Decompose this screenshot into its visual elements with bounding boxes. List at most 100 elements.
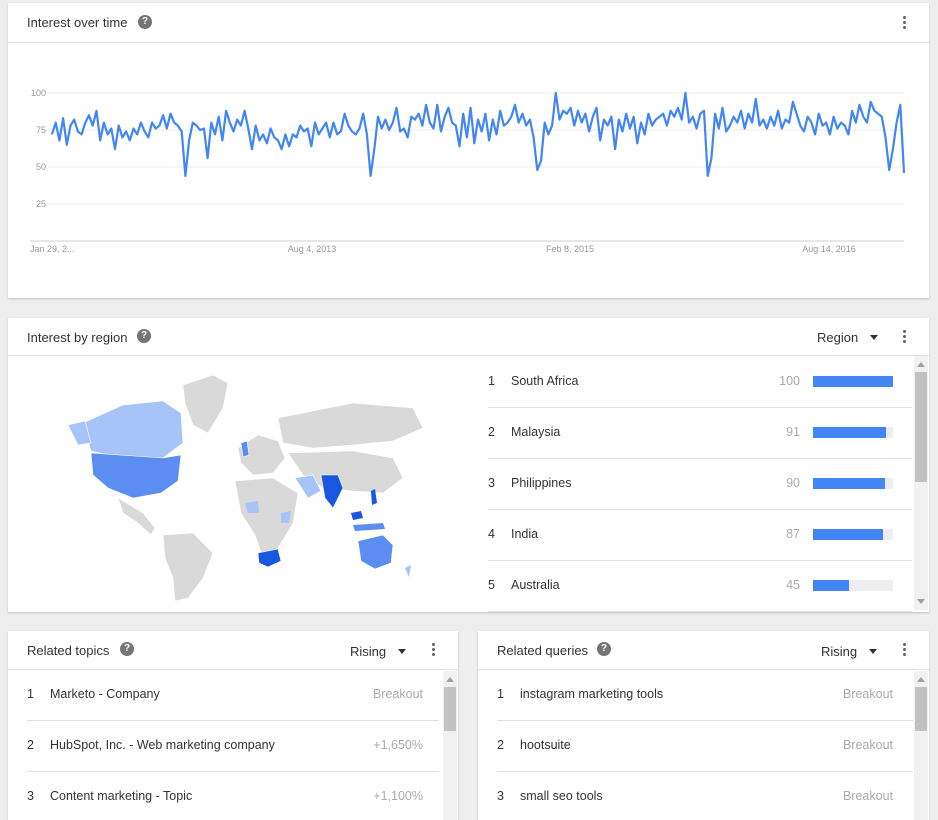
help-icon[interactable]: ? <box>120 642 134 656</box>
y-tick-label: 25 <box>36 199 46 209</box>
query-name: instagram marketing tools <box>520 687 664 701</box>
topic-value: Breakout <box>372 687 423 701</box>
region-list: 1 South Africa 100 2 Malaysia 91 3 Phili… <box>488 356 912 612</box>
y-tick-label: 50 <box>36 162 46 172</box>
rank: 4 <box>488 527 495 541</box>
canada-region <box>82 400 184 459</box>
query-value: Breakout <box>842 789 893 803</box>
topic-row[interactable]: 1 Marketo - Company Breakout <box>27 669 439 721</box>
region-row[interactable]: 2 Malaysia 91 <box>488 407 912 459</box>
query-value: Breakout <box>842 738 893 752</box>
region-name: Malaysia <box>511 425 561 439</box>
card-header: Interest by region ? Region <box>8 318 929 356</box>
rank: 2 <box>488 425 495 439</box>
scroll-up-arrow-icon[interactable] <box>917 677 925 682</box>
region-value: 100 <box>779 374 800 388</box>
central-america-region <box>117 497 156 536</box>
queries-scrollbar[interactable] <box>914 671 928 820</box>
scroll-thumb[interactable] <box>915 687 927 731</box>
card-header: Related queries ? Rising <box>478 631 929 670</box>
topic-row[interactable]: 3 Content marketing - Topic +1,100% <box>27 771 439 820</box>
caret-down-icon <box>869 649 878 655</box>
region-row[interactable]: 3 Philippines 90 <box>488 458 912 510</box>
indonesia-region <box>353 523 385 531</box>
world-map[interactable] <box>63 363 463 603</box>
more-options-icon[interactable] <box>901 643 907 659</box>
topic-name: HubSpot, Inc. - Web marketing company <box>50 738 275 752</box>
region-dropdown[interactable]: Region <box>817 330 879 345</box>
scroll-up-arrow-icon[interactable] <box>446 677 454 682</box>
interest-over-time-chart[interactable]: 25 50 75 100 Jan 29, 2... Aug 4, 2013 Feb 8, 2… <box>8 3 929 298</box>
rank: 1 <box>27 687 34 701</box>
region-bar <box>813 529 893 540</box>
region-bar <box>813 580 893 591</box>
scroll-thumb[interactable] <box>915 372 927 482</box>
region-bar-fill <box>813 376 893 387</box>
region-bar <box>813 427 893 438</box>
rising-dropdown[interactable]: Rising <box>350 644 407 659</box>
more-options-icon[interactable] <box>430 643 436 659</box>
card-title: Related topics <box>27 643 110 658</box>
query-value: Breakout <box>842 687 893 701</box>
rank: 2 <box>497 738 504 752</box>
y-tick-label: 75 <box>36 125 46 135</box>
dropdown-label: Region <box>817 330 859 345</box>
query-name: hootsuite <box>520 738 571 752</box>
dropdown-label: Rising <box>350 644 387 659</box>
x-tick-label: Aug 14, 2016 <box>802 244 856 254</box>
card-header: Related topics ? Rising <box>8 631 458 670</box>
topic-name: Content marketing - Topic <box>50 789 193 803</box>
series-line[interactable] <box>50 91 906 177</box>
region-bar <box>813 478 893 489</box>
y-tick-label: 100 <box>31 88 46 98</box>
query-row[interactable]: 2 hootsuite Breakout <box>497 720 913 772</box>
query-row[interactable]: 3 small seo tools Breakout <box>497 771 913 820</box>
topics-scrollbar[interactable] <box>443 671 457 820</box>
scroll-down-arrow-icon[interactable] <box>917 599 925 604</box>
query-name: small seo tools <box>520 789 603 803</box>
more-options-icon[interactable] <box>901 330 907 346</box>
rank: 5 <box>488 578 495 592</box>
rank: 2 <box>27 738 34 752</box>
x-tick-label: Jan 29, 2... <box>30 244 75 254</box>
rank: 3 <box>27 789 34 803</box>
rising-dropdown[interactable]: Rising <box>821 644 878 659</box>
query-row[interactable]: 1 instagram marketing tools Breakout <box>497 669 913 721</box>
south-america-region <box>162 532 214 602</box>
region-name: South Africa <box>511 374 579 388</box>
region-bar-fill <box>813 580 849 591</box>
region-name: Australia <box>511 578 560 592</box>
related-topics-list: 1 Marketo - Company Breakout 2 HubSpot, … <box>27 669 439 820</box>
usa-region <box>90 452 182 499</box>
topic-row[interactable]: 2 HubSpot, Inc. - Web marketing company … <box>27 720 439 772</box>
region-scrollbar[interactable] <box>914 356 928 610</box>
topic-value: +1,100% <box>373 789 423 803</box>
india-region <box>320 474 344 509</box>
region-row[interactable]: 5 Australia 45 <box>488 560 912 612</box>
dropdown-label: Rising <box>821 644 858 659</box>
region-value: 90 <box>786 476 800 490</box>
new-zealand-region <box>405 565 411 577</box>
rank: 1 <box>488 374 495 388</box>
scroll-thumb[interactable] <box>444 687 456 731</box>
topic-name: Marketo - Company <box>50 687 160 701</box>
region-value: 45 <box>786 578 800 592</box>
region-bar-fill <box>813 529 883 540</box>
x-tick-label: Aug 4, 2013 <box>288 244 337 254</box>
region-bar-fill <box>813 427 886 438</box>
australia-region <box>357 534 394 570</box>
interest-over-time-card: Interest over time ? 25 50 75 100 Jan 29, 2.… <box>8 3 929 298</box>
region-bar-fill <box>813 478 885 489</box>
region-name: India <box>511 527 539 541</box>
help-icon[interactable]: ? <box>597 642 611 656</box>
region-row[interactable]: 4 India 87 <box>488 509 912 561</box>
scroll-up-arrow-icon[interactable] <box>917 362 925 367</box>
region-name: Philippines <box>511 476 572 490</box>
rank: 3 <box>488 476 495 490</box>
region-bar <box>813 376 893 387</box>
help-icon[interactable]: ? <box>137 329 151 343</box>
russia-region <box>277 402 424 449</box>
topic-value: +1,650% <box>373 738 423 752</box>
region-row[interactable]: 1 South Africa 100 <box>488 356 912 408</box>
related-queries-list: 1 instagram marketing tools Breakout 2 h… <box>497 669 913 820</box>
